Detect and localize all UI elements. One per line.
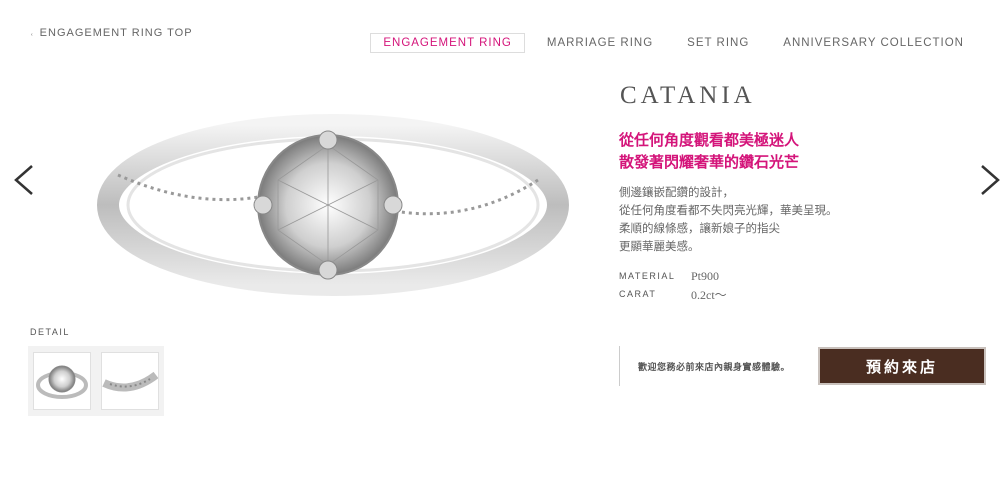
description-line: 柔順的線條感，讓新娘子的指尖 [619,223,780,235]
chevron-left-icon[interactable] [10,160,38,200]
detail-label: DETAIL [30,327,70,337]
product-name: CATANIA [620,82,756,109]
spec-row-carat: CARAT 0.2ct〜 [619,285,727,303]
description-line: 側邊鑲嵌配鑽的設計， [619,187,734,199]
tab-engagement-ring[interactable]: ENGAGEMENT RING [370,33,525,53]
engagement-ring-top-link[interactable]: ˓ ENGAGEMENT RING TOP [30,27,193,39]
tab-set-ring[interactable]: SET RING [675,34,761,52]
tab-marriage-ring[interactable]: MARRIAGE RING [535,34,665,52]
divider [619,346,620,386]
ring-image [97,114,569,296]
tagline-line: 散發著閃耀奢華的鑽石光芒 [619,154,800,171]
product-tagline: 從任何角度觀看都美極迷人 散發著閃耀奢華的鑽石光芒 [619,130,799,174]
ring-icon: ˓ [30,27,35,39]
detail-thumbnails [28,346,164,416]
thumbnail-front[interactable] [33,352,91,410]
thumbnail-side[interactable] [101,352,159,410]
tagline-line: 從任何角度觀看都美極迷人 [619,132,800,149]
store-visit-notice: 歡迎您務必前來店內親身實感體驗。 [638,362,791,372]
product-description: 側邊鑲嵌配鑽的設計， 從任何角度看都不失閃亮光輝，華美呈現。 柔順的線條感，讓新… [619,184,838,256]
product-specs: MATERIAL Pt900 CARAT 0.2ct〜 [619,267,727,303]
spec-value: 0.2ct〜 [691,287,727,302]
top-link-label: ENGAGEMENT RING TOP [39,27,193,39]
category-nav: ENGAGEMENT RING MARRIAGE RING SET RING A… [360,33,976,53]
description-line: 從任何角度看都不失閃亮光輝，華美呈現。 [619,205,838,217]
spec-row-material: MATERIAL Pt900 [619,267,727,285]
tab-anniversary-collection[interactable]: ANNIVERSARY COLLECTION [771,34,976,52]
description-line: 更顯華麗美感。 [619,241,700,253]
spec-value: Pt900 [691,268,720,283]
spec-key: MATERIAL [619,271,676,281]
reserve-visit-button[interactable]: 預約來店 [818,347,986,385]
chevron-right-icon[interactable] [976,160,1004,200]
spec-key: CARAT [619,289,657,299]
